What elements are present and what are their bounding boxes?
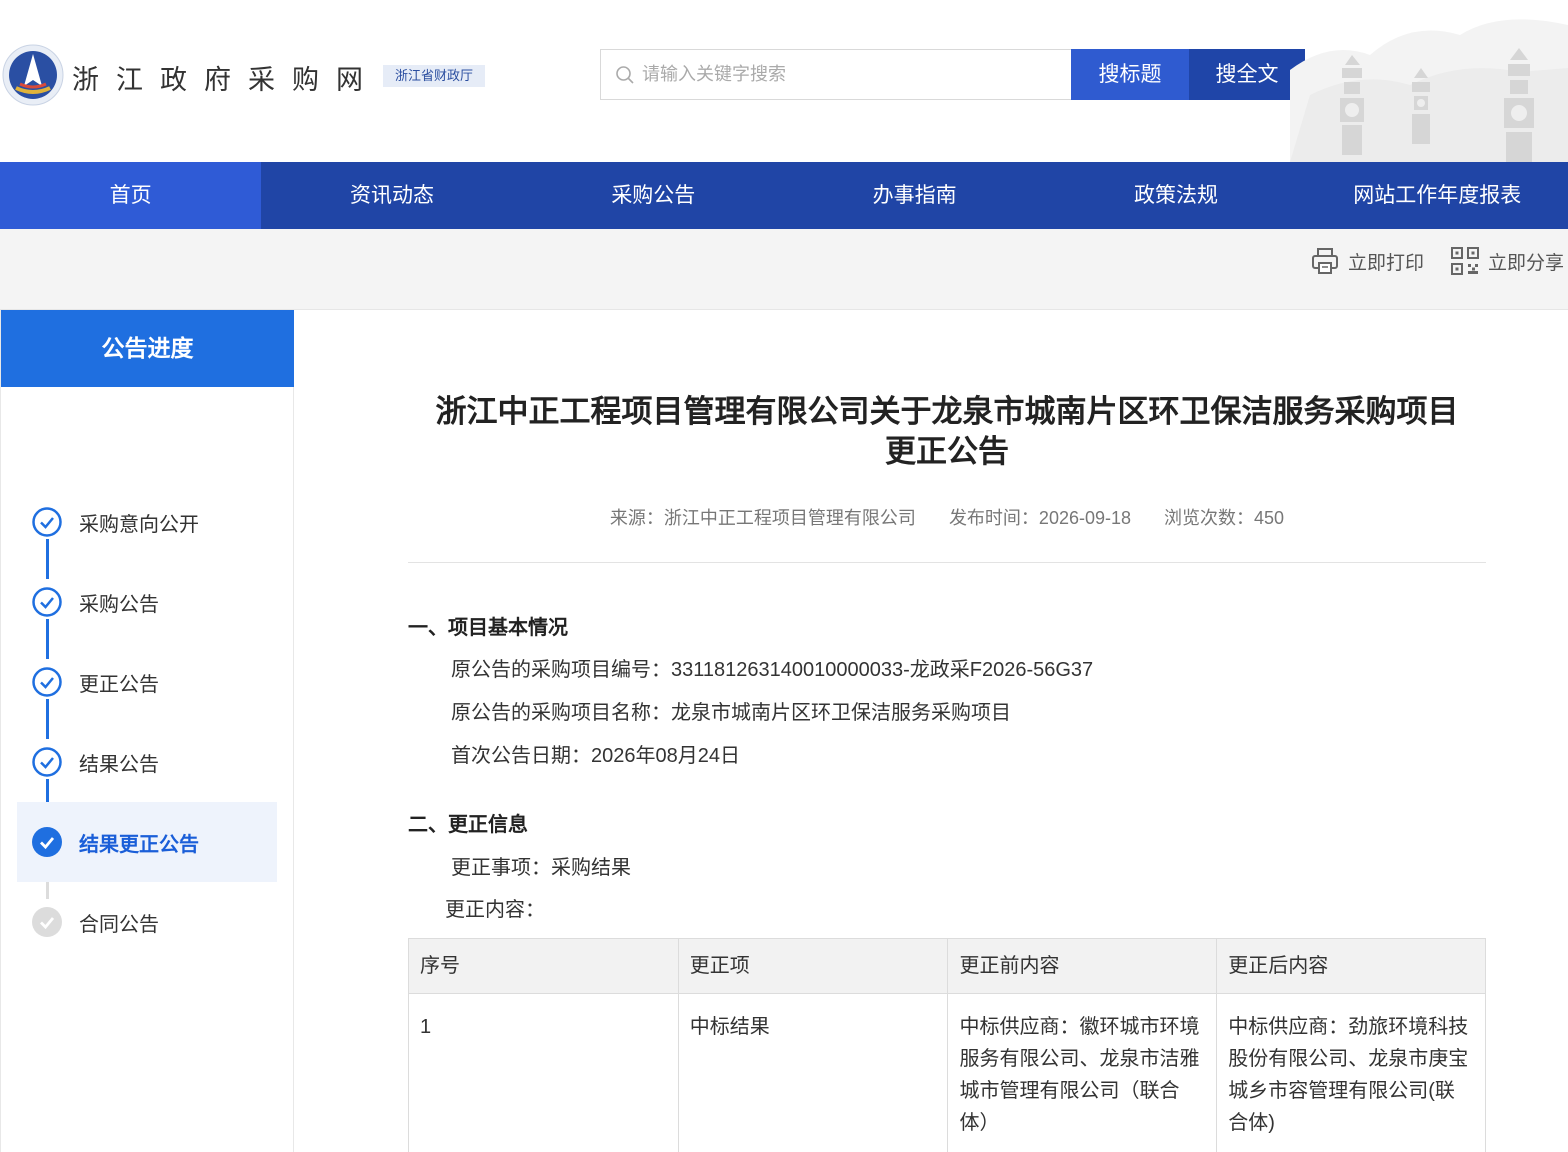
step-label: 结果更正公告: [79, 833, 199, 856]
printer-icon: [1312, 248, 1338, 274]
table-header-cell: 更正项: [677, 938, 949, 994]
table-header-cell: 序号: [408, 938, 679, 994]
step-label: 采购公告: [79, 593, 159, 616]
table-cell: 中标供应商：徽环城市环境服务有限公司、龙泉市洁雅城市管理有限公司（联合体）: [947, 993, 1218, 1152]
table-header-cell: 更正后内容: [1216, 938, 1486, 994]
article-main: 浙江中正工程项目管理有限公司关于龙泉市城南片区环卫保洁服务采购项目 更正公告 来…: [408, 310, 1486, 1152]
article-views: 浏览次数：450: [1164, 508, 1285, 528]
correction-table: 序号 更正项 更正前内容 更正后内容 1 中标结果 中标供应商：徽环城市环境服务…: [408, 938, 1486, 1152]
step-intent-public[interactable]: 采购意向公开: [17, 482, 277, 562]
first-notice-date: 首次公告日期：2026年08月24日: [451, 745, 740, 767]
nav-home[interactable]: 首页: [0, 162, 262, 229]
article-source: 来源：浙江中正工程项目管理有限公司: [609, 508, 916, 528]
share-button[interactable]: 立即分享: [1450, 246, 1564, 276]
search-input[interactable]: [642, 64, 1042, 85]
search-fulltext-button[interactable]: 搜全文: [1189, 49, 1305, 100]
article-title-line1: 浙江中正工程项目管理有限公司关于龙泉市城南片区环卫保洁服务采购项目: [435, 394, 1459, 429]
share-label: 立即分享: [1488, 252, 1565, 274]
step-correction-notice[interactable]: 更正公告: [17, 642, 277, 722]
search-box: [600, 49, 1071, 100]
correction-content-label: 更正内容：: [445, 899, 545, 921]
divider: [408, 562, 1486, 563]
site-header: 浙江政府采购网 浙江省财政厅 搜标题 搜全文: [0, 0, 1568, 162]
table-header-row: 序号 更正项 更正前内容 更正后内容: [408, 938, 1486, 994]
step-result-notice[interactable]: 结果公告: [17, 722, 277, 802]
site-title[interactable]: 浙江政府采购网: [72, 58, 380, 97]
project-name: 原公告的采购项目名称：龙泉市城南片区环卫保洁服务采购项目: [451, 702, 1011, 724]
step-label: 合同公告: [79, 913, 159, 936]
search-title-button[interactable]: 搜标题: [1071, 49, 1189, 100]
table-cell: 中标供应商：劲旅环境科技股份有限公司、龙泉市庚宝城乡市容管理有限公司(联合体): [1216, 993, 1486, 1152]
article-meta: 来源：浙江中正工程项目管理有限公司 发布时间：2026-09-18 浏览次数：4…: [408, 504, 1486, 530]
step-label: 采购意向公开: [79, 513, 199, 536]
article-toolbar: 立即打印 立即分享: [0, 229, 1568, 310]
check-circle-disabled-icon: [32, 907, 62, 937]
table-cell: 中标结果: [677, 993, 949, 1152]
nav-news[interactable]: 资讯动态: [261, 162, 522, 229]
step-contract-notice[interactable]: 合同公告: [17, 882, 277, 962]
check-circle-icon: [32, 507, 62, 537]
pagoda-decoration-icon: [1290, 19, 1568, 162]
progress-sidebar: 公告进度 采购意向公开 采购公告 更正公告 结果公告 结果更正公告 合同公告: [0, 310, 294, 1152]
site-logo-icon[interactable]: [2, 44, 64, 106]
table-header-cell: 更正前内容: [947, 938, 1218, 994]
table-row: 1 中标结果 中标供应商：徽环城市环境服务有限公司、龙泉市洁雅城市管理有限公司（…: [408, 993, 1486, 1152]
step-label: 结果公告: [79, 753, 159, 776]
nav-annual-report[interactable]: 网站工作年度报表: [1307, 162, 1568, 229]
correction-item: 更正事项：采购结果: [451, 857, 631, 879]
article-title-line2: 更正公告: [885, 434, 1009, 469]
check-circle-icon: [32, 587, 62, 617]
section-title-correction-info: 二、更正信息: [408, 814, 528, 836]
search-icon: [616, 65, 634, 84]
step-procurement-notice[interactable]: 采购公告: [17, 562, 277, 642]
step-result-correction-notice[interactable]: 结果更正公告: [17, 802, 277, 882]
qrcode-icon: [1451, 247, 1479, 275]
nav-policies[interactable]: 政策法规: [1045, 162, 1306, 229]
print-label: 立即打印: [1348, 252, 1425, 274]
section-title-basic-info: 一、项目基本情况: [408, 617, 568, 639]
dept-badge: 浙江省财政厅: [383, 65, 485, 87]
check-circle-icon: [32, 667, 62, 697]
print-button[interactable]: 立即打印: [1310, 246, 1424, 276]
main-nav: 首页 资讯动态 采购公告 办事指南 政策法规 网站工作年度报表: [0, 162, 1568, 229]
step-label: 更正公告: [79, 673, 159, 696]
article-publish-time: 发布时间：2026-09-18: [948, 508, 1132, 528]
article-title: 浙江中正工程项目管理有限公司关于龙泉市城南片区环卫保洁服务采购项目 更正公告: [408, 392, 1486, 472]
nav-guide[interactable]: 办事指南: [784, 162, 1045, 229]
check-circle-icon: [32, 747, 62, 777]
project-code: 原公告的采购项目编号：33118126314001000003​3-龙政采F20…: [451, 659, 1094, 681]
check-circle-filled-icon: [32, 827, 62, 857]
table-cell: 1: [408, 993, 679, 1152]
nav-procurement-notices[interactable]: 采购公告: [523, 162, 784, 229]
sidebar-heading: 公告进度: [1, 310, 294, 387]
